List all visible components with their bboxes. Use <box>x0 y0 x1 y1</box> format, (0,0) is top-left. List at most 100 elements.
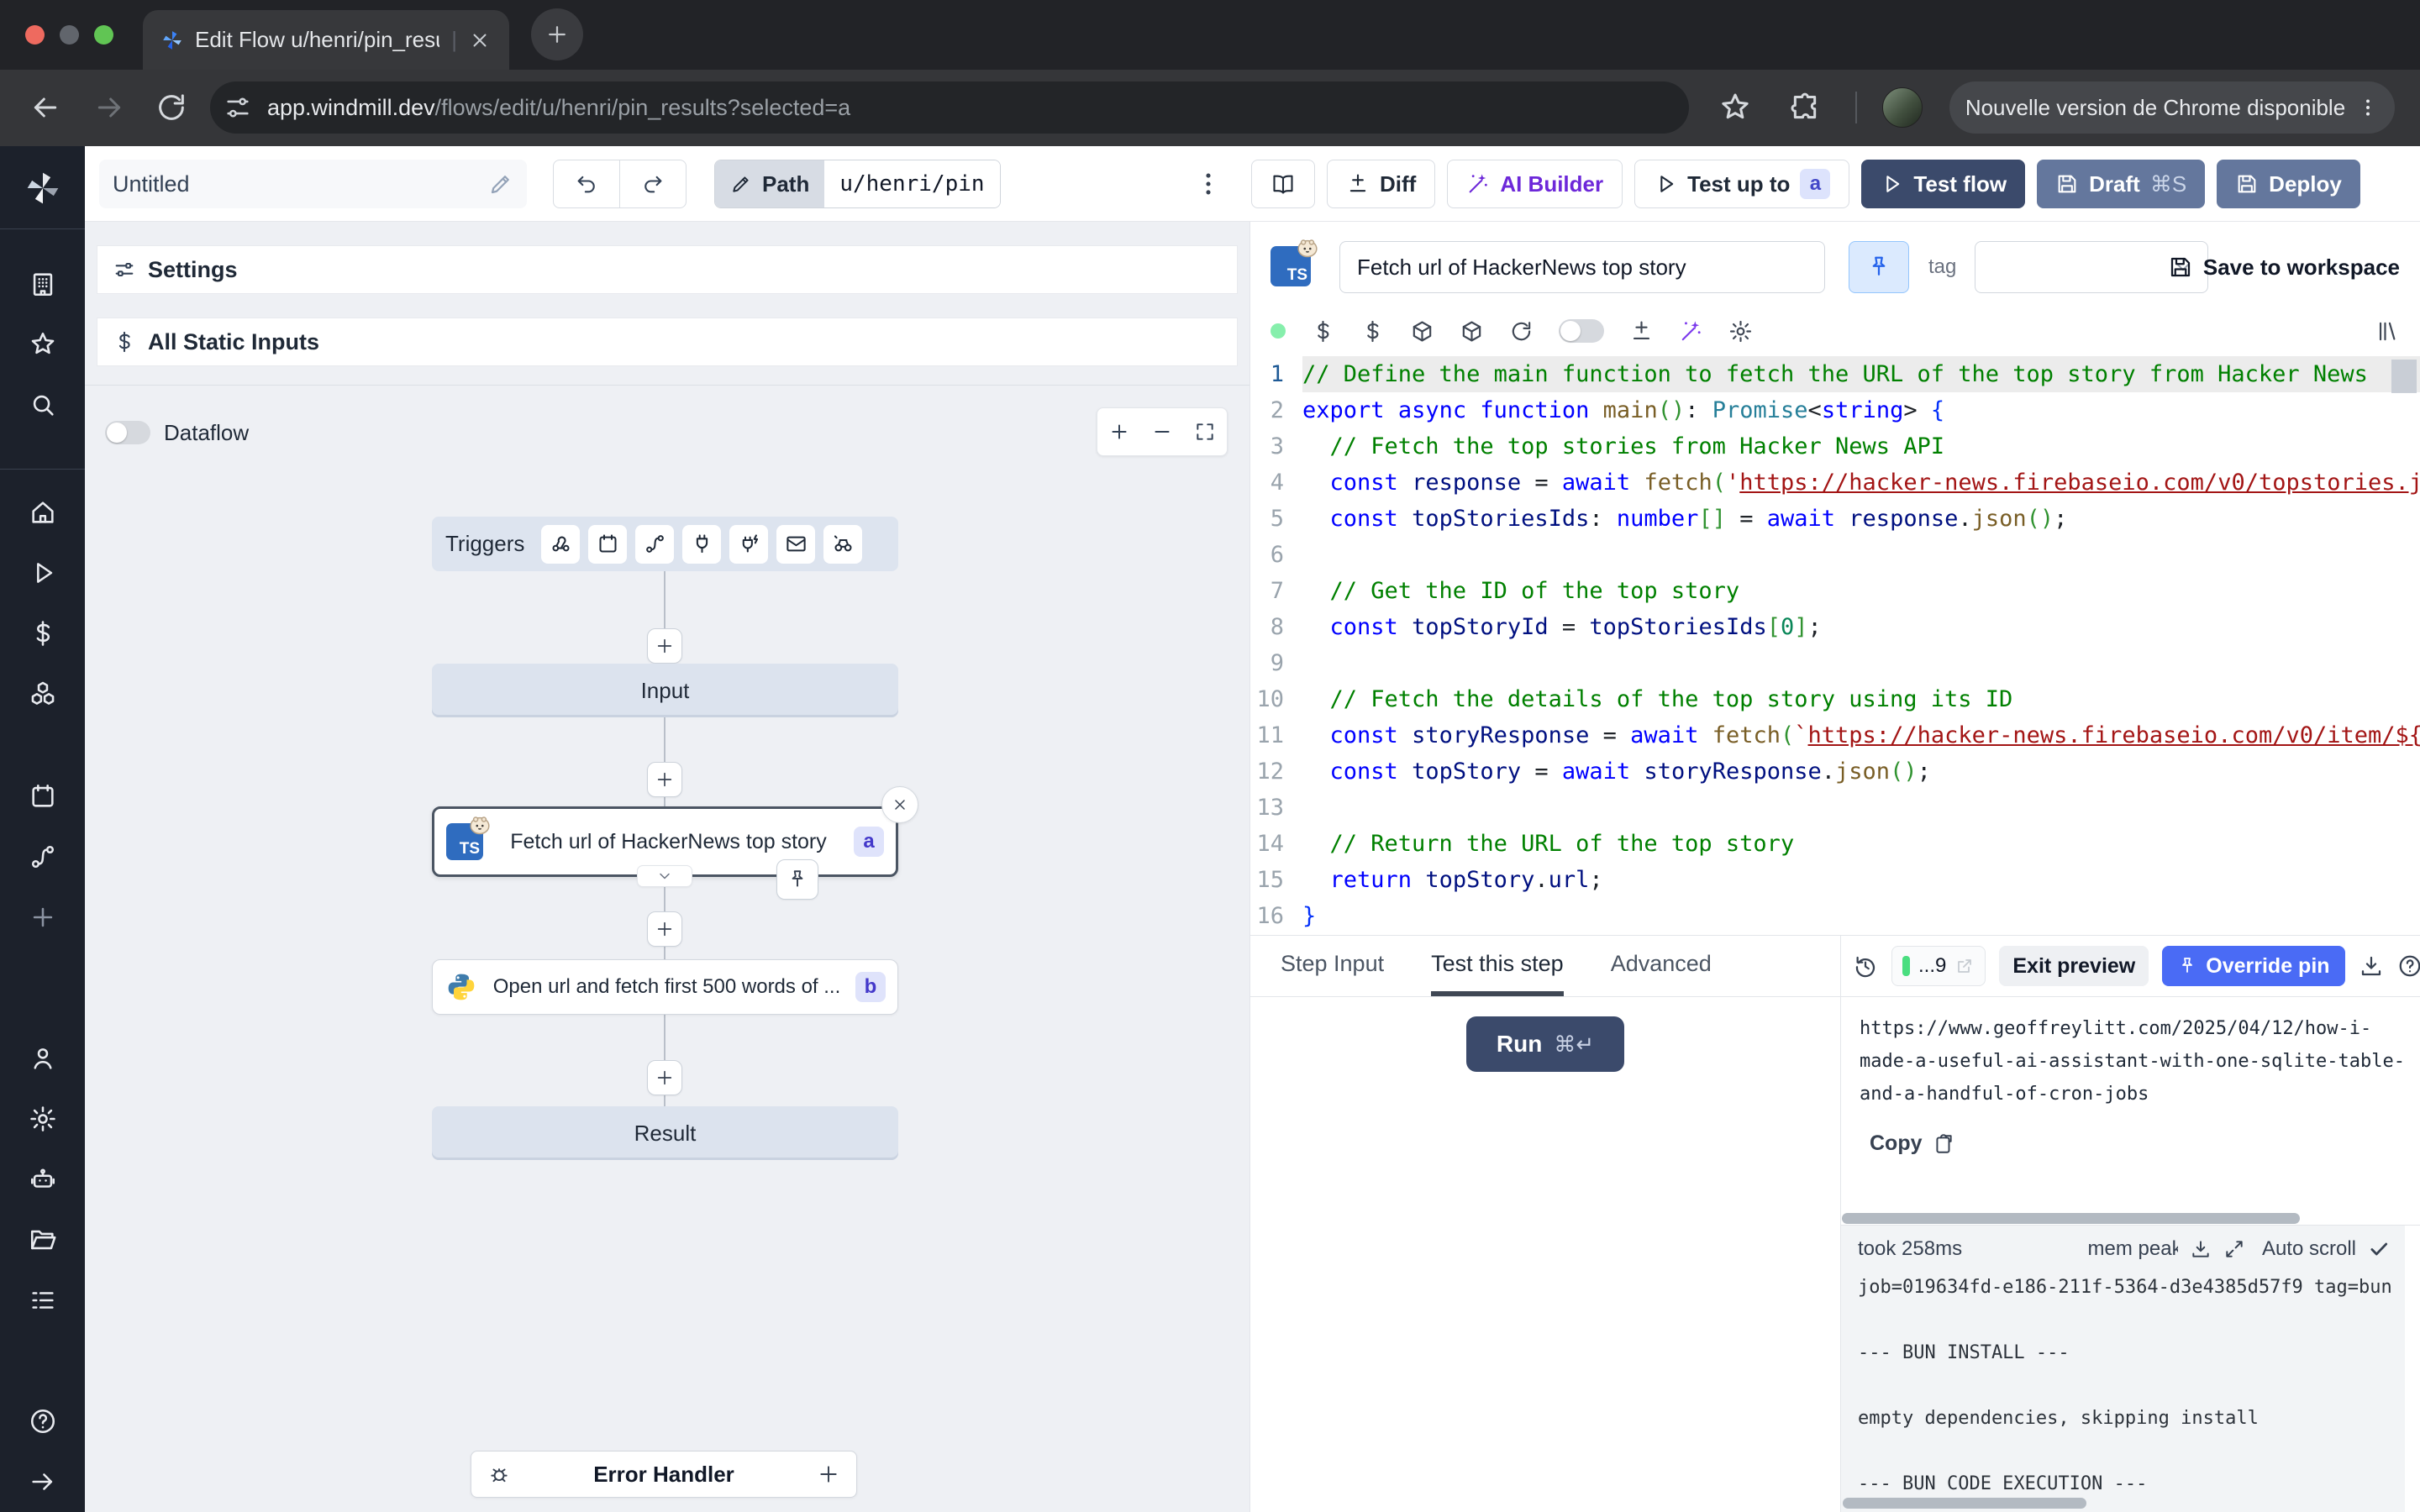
package-icon[interactable] <box>1410 319 1434 344</box>
refresh-icon[interactable] <box>1509 319 1534 344</box>
code-line-15[interactable]: 15 return topStory.url; <box>1250 862 2420 898</box>
traffic-minimize-button[interactable] <box>60 25 79 45</box>
code-line-6[interactable]: 6 <box>1250 537 2420 573</box>
tab-close-icon[interactable] <box>469 29 491 51</box>
code-line-11[interactable]: 11 const storyResponse = await fetch(`ht… <box>1250 717 2420 753</box>
save-to-workspace-button[interactable]: Save to workspace <box>2168 239 2400 295</box>
trigger-route-button[interactable] <box>635 525 674 564</box>
code-line-7[interactable]: 7 // Get the ID of the top story <box>1250 573 2420 609</box>
bookmark-star-icon[interactable] <box>1718 91 1752 124</box>
sidebar-item-windmill-logo[interactable] <box>23 168 63 208</box>
job-pill[interactable]: ...9 <box>1891 946 1986 986</box>
copy-button[interactable]: Copy <box>1870 1131 1954 1156</box>
sidebar-item-robot[interactable] <box>23 1159 63 1200</box>
browser-menu-kebab-icon[interactable] <box>2357 97 2379 118</box>
code-line-4[interactable]: 4 const response = await fetch('https://… <box>1250 465 2420 501</box>
code-editor[interactable]: 1// Define the main function to fetch th… <box>1250 356 2420 936</box>
assistant-toggle[interactable] <box>1559 319 1604 343</box>
profile-avatar[interactable] <box>1882 87 1923 128</box>
step-name-input[interactable]: Fetch url of HackerNews top story <box>1339 241 1825 293</box>
site-settings-icon[interactable] <box>224 93 252 122</box>
sidebar-item-gear[interactable] <box>23 1099 63 1139</box>
sidebar-item-star[interactable] <box>23 324 63 365</box>
trigger-plug-button[interactable] <box>682 525 721 564</box>
delete-step-button[interactable] <box>881 786 918 823</box>
all-static-inputs-bar[interactable]: All Static Inputs <box>97 318 1238 366</box>
sidebar-item-list[interactable] <box>23 1280 63 1320</box>
address-bar[interactable]: app.windmill.dev/flows/edit/u/henri/pin_… <box>210 81 1689 134</box>
error-handler-node[interactable]: Error Handler <box>471 1451 857 1498</box>
traffic-zoom-button[interactable] <box>94 25 113 45</box>
sidebar-item-help[interactable] <box>23 1401 63 1441</box>
test-up-to-badge[interactable]: a <box>1800 169 1830 199</box>
ai-builder-button[interactable]: AI Builder <box>1447 160 1623 208</box>
undo-button[interactable] <box>553 160 620 208</box>
sidebar-item-building[interactable] <box>23 264 63 304</box>
editor-scrollbar-thumb[interactable] <box>2391 360 2417 393</box>
help-circle-icon[interactable] <box>2397 953 2420 979</box>
test-up-to-button[interactable]: Test up to a <box>1634 160 1849 208</box>
add-step-button[interactable] <box>647 1060 682 1095</box>
reload-icon[interactable] <box>155 91 188 124</box>
test-flow-button[interactable]: Test flow <box>1861 160 2025 208</box>
trigger-plug-bolt-button[interactable] <box>729 525 768 564</box>
traffic-close-button[interactable] <box>25 25 45 45</box>
flow-settings-bar[interactable]: Settings <box>97 245 1238 294</box>
plus-minus-icon[interactable] <box>1629 319 1654 344</box>
dataflow-toggle[interactable] <box>105 421 150 444</box>
expand-logs-icon[interactable] <box>2223 1238 2245 1260</box>
path-control[interactable]: Path u/henri/pin <box>714 160 1001 208</box>
zoom-in-icon[interactable] <box>1108 421 1130 443</box>
edit-pencil-icon[interactable] <box>488 171 513 197</box>
add-step-button[interactable] <box>647 628 682 664</box>
new-tab-button[interactable] <box>531 8 583 60</box>
sidebar-item-user[interactable] <box>23 1038 63 1079</box>
sidebar-item-search[interactable] <box>23 385 63 425</box>
tab-advanced[interactable]: Advanced <box>1611 936 1712 996</box>
back-icon[interactable] <box>29 91 62 124</box>
gear-icon[interactable] <box>1728 319 1753 344</box>
sidebar-item-home[interactable] <box>23 492 63 533</box>
triggers-node[interactable]: Triggers <box>432 517 898 571</box>
external-link-icon[interactable] <box>1954 956 1975 976</box>
add-step-button[interactable] <box>647 911 682 947</box>
flow-name-box[interactable]: Untitled <box>99 160 527 208</box>
deploy-button[interactable]: Deploy <box>2217 160 2360 208</box>
sidebar-item-dollar[interactable] <box>23 613 63 654</box>
sidebar-item-arrow-right[interactable] <box>23 1462 63 1502</box>
browser-tab[interactable]: Edit Flow u/henri/pin_results | <box>143 10 509 70</box>
pinned-step-badge[interactable] <box>776 859 818 900</box>
code-line-13[interactable]: 13 <box>1250 790 2420 826</box>
fit-view-icon[interactable] <box>1194 421 1216 443</box>
override-pin-button[interactable]: Override pin <box>2162 946 2344 986</box>
run-button[interactable]: Run ⌘↵ <box>1466 1016 1624 1072</box>
download-result-icon[interactable] <box>2359 953 2384 979</box>
extensions-puzzle-icon[interactable] <box>1788 91 1822 124</box>
redo-button[interactable] <box>619 160 687 208</box>
sidebar-item-route[interactable] <box>23 837 63 877</box>
package-icon[interactable] <box>1460 319 1484 344</box>
code-line-3[interactable]: 3 // Fetch the top stories from Hacker N… <box>1250 428 2420 465</box>
wand-icon[interactable] <box>1679 319 1703 344</box>
trigger-webhook-button[interactable] <box>541 525 580 564</box>
log-vertical-scrollbar-track[interactable] <box>2405 1226 2420 1512</box>
code-line-9[interactable]: 9 <box>1250 645 2420 681</box>
draft-button[interactable]: Draft ⌘S <box>2037 160 2205 208</box>
code-line-16[interactable]: 16} <box>1250 898 2420 934</box>
trigger-schedule-button[interactable] <box>588 525 627 564</box>
code-line-14[interactable]: 14 // Return the URL of the top story <box>1250 826 2420 862</box>
dollar-icon[interactable] <box>1311 319 1335 344</box>
more-options-kebab-icon[interactable] <box>1194 170 1223 198</box>
sidebar-item-calendar[interactable] <box>23 776 63 816</box>
code-line-10[interactable]: 10 // Fetch the details of the top story… <box>1250 681 2420 717</box>
tab-test-this-step[interactable]: Test this step <box>1431 936 1564 996</box>
log-horizontal-scrollbar[interactable] <box>1843 1498 2086 1509</box>
download-logs-icon[interactable] <box>2190 1238 2212 1260</box>
sidebar-item-cubes[interactable] <box>23 674 63 714</box>
trigger-email-button[interactable] <box>776 525 815 564</box>
code-line-8[interactable]: 8 const topStoryId = topStoriesIds[0]; <box>1250 609 2420 645</box>
auto-scroll-checkbox[interactable] <box>2368 1238 2390 1260</box>
forward-icon[interactable] <box>92 91 126 124</box>
code-line-5[interactable]: 5 const topStoriesIds: number[] = await … <box>1250 501 2420 537</box>
history-icon[interactable] <box>1853 953 1878 979</box>
